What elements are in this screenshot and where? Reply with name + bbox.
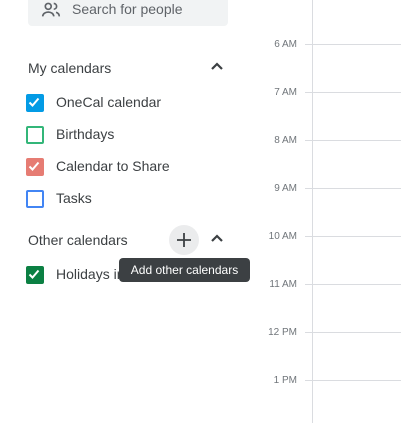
calendar-item-tasks[interactable]: Tasks — [26, 187, 246, 211]
calendar-label: Holidays in — [56, 266, 125, 282]
hour-gridline — [305, 188, 401, 189]
search-people-field[interactable]: Search for people — [28, 0, 228, 26]
hour-label: 8 AM — [274, 135, 297, 146]
hour-label: 11 AM — [269, 279, 297, 290]
calendar-item-calendar-to-share[interactable]: Calendar to Share — [26, 155, 246, 179]
hour-gridline — [305, 236, 401, 237]
checkbox-unchecked[interactable] — [26, 126, 44, 144]
hour-label: 9 AM — [274, 183, 297, 194]
hour-gridline — [305, 140, 401, 141]
people-icon — [40, 0, 62, 21]
add-other-calendars-button[interactable] — [169, 225, 199, 255]
calendar-item-onecal[interactable]: OneCal calendar — [26, 91, 246, 115]
hour-label: 12 PM — [268, 327, 297, 338]
calendar-label: OneCal calendar — [56, 94, 162, 110]
plus-icon — [177, 233, 191, 247]
hour-label: 1 PM — [273, 375, 297, 386]
hour-gridline — [305, 284, 401, 285]
calendar-label: Birthdays — [56, 126, 115, 142]
search-placeholder: Search for people — [72, 1, 183, 17]
hour-gridline — [305, 380, 401, 381]
chevron-up-icon[interactable] — [205, 227, 229, 251]
hour-label: 10 AM — [268, 231, 297, 242]
other-calendars-heading[interactable]: Other calendars — [28, 232, 128, 248]
checkbox-checked[interactable] — [26, 266, 44, 284]
checkbox-checked[interactable] — [26, 158, 44, 176]
calendar-label: Tasks — [56, 190, 92, 206]
calendar-item-birthdays[interactable]: Birthdays — [26, 123, 246, 147]
hour-gridline — [305, 44, 401, 45]
my-calendars-heading[interactable]: My calendars — [28, 60, 111, 76]
day-column-divider — [312, 0, 313, 423]
checkbox-checked[interactable] — [26, 94, 44, 112]
calendar-label: Calendar to Share — [56, 158, 170, 174]
tooltip: Add other calendars — [119, 258, 250, 282]
hour-label: 7 AM — [274, 87, 297, 98]
checkbox-unchecked[interactable] — [26, 190, 44, 208]
hour-gridline — [305, 332, 401, 333]
hour-gridline — [305, 92, 401, 93]
hour-label: 6 AM — [274, 39, 297, 50]
chevron-up-icon[interactable] — [205, 55, 229, 79]
